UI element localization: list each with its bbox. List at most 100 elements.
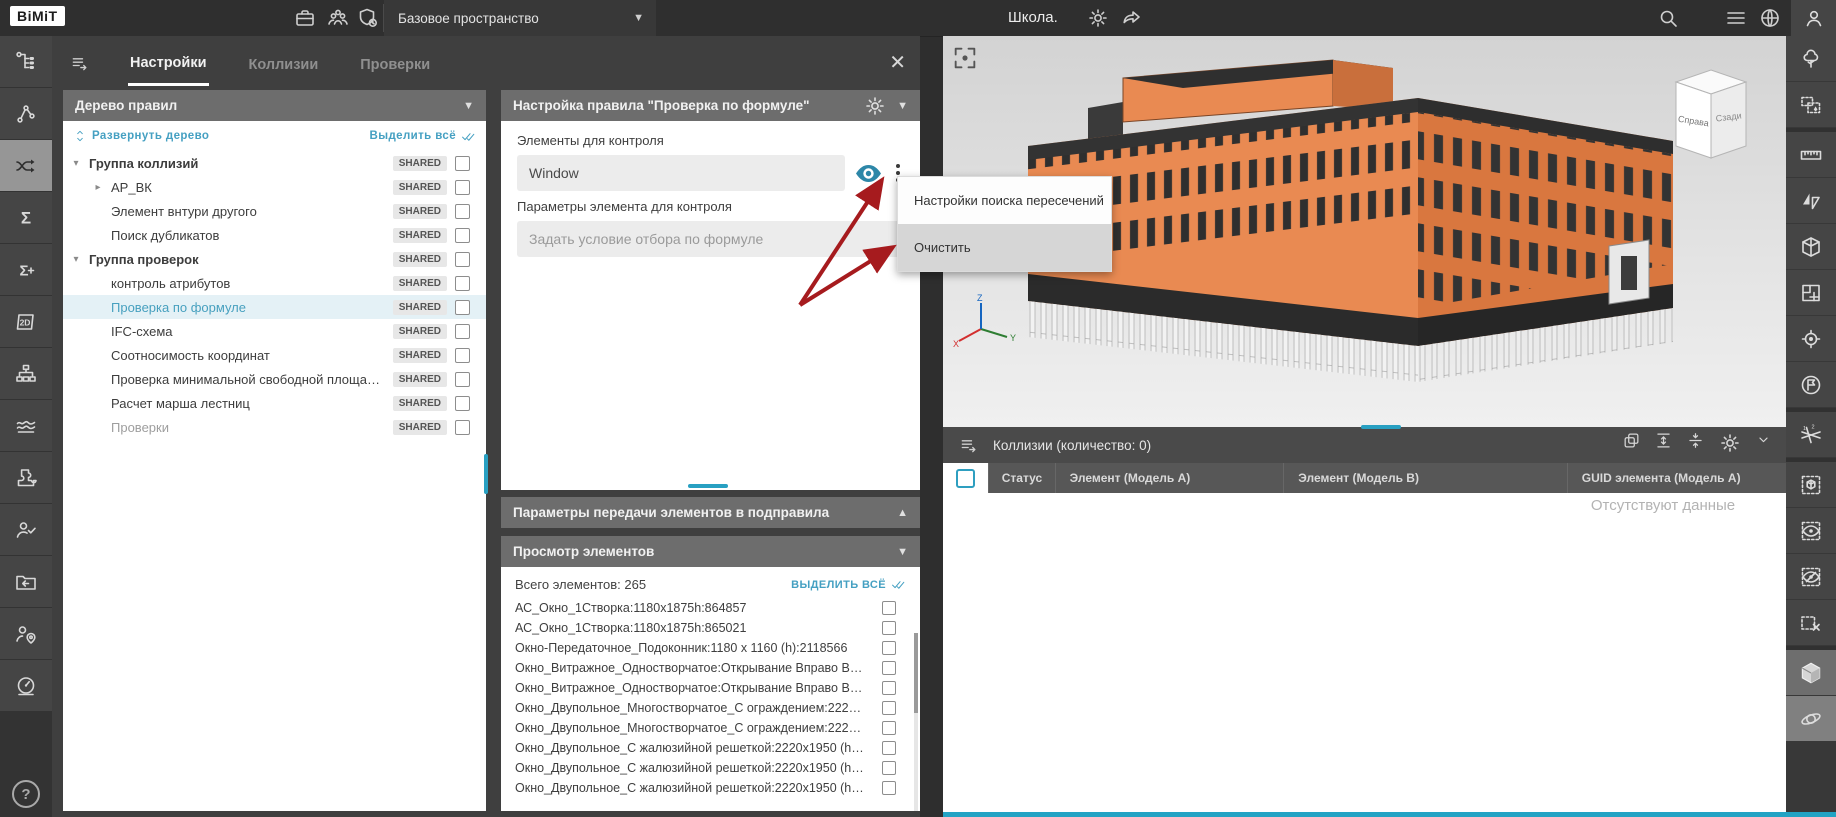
gear-icon[interactable] — [1086, 6, 1110, 30]
tool-charts[interactable] — [0, 400, 52, 451]
tool-sum-plus[interactable]: Σ — [0, 244, 52, 295]
tool-plugins[interactable] — [0, 452, 52, 503]
column-status[interactable]: Статус — [989, 463, 1055, 493]
tree-row[interactable]: Поиск дубликатовSHARED — [63, 223, 486, 247]
tool-locate[interactable] — [1786, 316, 1836, 361]
select-all-checkbox[interactable] — [943, 463, 989, 493]
resize-handle[interactable] — [688, 484, 728, 488]
tree-row[interactable]: ▸АР_ВКSHARED — [63, 175, 486, 199]
shield-clock-icon[interactable] — [356, 6, 380, 30]
briefcase-icon[interactable] — [293, 6, 317, 30]
tool-collisions[interactable] — [0, 140, 52, 191]
element-checkbox[interactable] — [882, 641, 896, 655]
element-checkbox[interactable] — [882, 661, 896, 675]
row-height-icon[interactable] — [1654, 431, 1673, 460]
element-item[interactable]: АС_Окно_1Створка:1180x1875h:865021 — [515, 618, 906, 638]
column-guid-a[interactable]: GUID элемента (Модель A) — [1568, 463, 1786, 493]
panel-menu-icon[interactable] — [70, 53, 90, 73]
element-item[interactable]: Окно_Витражное_Одностворчатое:Открывание… — [515, 658, 906, 678]
users-icon[interactable] — [326, 6, 350, 30]
element-checkbox[interactable] — [882, 781, 896, 795]
element-checkbox[interactable] — [882, 761, 896, 775]
chevron-down-icon[interactable]: ▾ — [63, 158, 89, 169]
element-item[interactable]: Окно_Двупольное_С жалюзийной решеткой:22… — [515, 758, 906, 778]
select-all-link[interactable]: Выделить всё — [370, 129, 476, 144]
gear-icon[interactable] — [863, 94, 887, 118]
element-item[interactable]: Окно_Витражное_Одностворчатое:Открывание… — [515, 678, 906, 698]
row-checkbox[interactable] — [455, 420, 470, 435]
row-checkbox[interactable] — [455, 372, 470, 387]
globe-icon[interactable] — [1758, 6, 1782, 30]
tool-structure-tree[interactable] — [1786, 36, 1836, 81]
chevron-right-icon[interactable]: ▸ — [85, 182, 111, 193]
tool-axes-grid[interactable]: 12 — [1786, 412, 1836, 457]
subrules-header[interactable]: Параметры передачи элементов в подправил… — [501, 497, 920, 528]
tool-select-elements[interactable] — [1786, 82, 1836, 127]
row-checkbox[interactable] — [455, 204, 470, 219]
search-icon[interactable] — [1656, 6, 1680, 30]
row-checkbox[interactable] — [455, 252, 470, 267]
resize-handle[interactable] — [1361, 425, 1401, 429]
element-checkbox[interactable] — [882, 601, 896, 615]
tool-sum[interactable]: Σ — [0, 192, 52, 243]
scrollbar[interactable] — [914, 633, 918, 811]
gear-icon[interactable] — [1718, 431, 1742, 460]
row-checkbox[interactable] — [455, 348, 470, 363]
tree-row[interactable]: Проверка минимальной свободной площади с… — [63, 367, 486, 391]
tool-user-location[interactable] — [0, 608, 52, 659]
tool-shaded-cube[interactable] — [1786, 650, 1836, 695]
tool-orbit[interactable] — [1786, 696, 1836, 741]
tool-scheme[interactable] — [0, 348, 52, 399]
row-checkbox[interactable] — [455, 276, 470, 291]
tree-row[interactable]: Элемент внтури другогоSHARED — [63, 199, 486, 223]
chevron-down-icon[interactable] — [1755, 431, 1772, 460]
column-element-b[interactable]: Элемент (Модель B) — [1284, 463, 1568, 493]
tool-isolate-box[interactable] — [1786, 462, 1836, 507]
tree-row[interactable]: контроль атрибутовSHARED — [63, 271, 486, 295]
help-button[interactable]: ? — [12, 780, 40, 808]
share-icon[interactable] — [1120, 6, 1144, 30]
tool-user-check[interactable] — [0, 504, 52, 555]
tab-settings[interactable]: Настройки — [128, 40, 209, 86]
element-checkbox[interactable] — [882, 701, 896, 715]
element-item[interactable]: Окно_Двупольное_Многостворчатое_С огражд… — [515, 698, 906, 718]
row-checkbox[interactable] — [455, 324, 470, 339]
rule-settings-header[interactable]: Настройка правила "Проверка по формуле" … — [501, 90, 920, 121]
tool-ruler[interactable] — [1786, 132, 1836, 177]
elements-view-header[interactable]: Просмотр элементов ▼ — [501, 536, 920, 567]
tree-row[interactable]: IFC-схемаSHARED — [63, 319, 486, 343]
element-item[interactable]: Окно_Двупольное_Многостворчатое_С огражд… — [515, 718, 906, 738]
user-account-button[interactable] — [1791, 0, 1836, 36]
tool-flag[interactable] — [1786, 362, 1836, 407]
tool-export-folder[interactable] — [0, 556, 52, 607]
tool-hide-box[interactable] — [1786, 554, 1836, 599]
split-icon[interactable] — [1686, 431, 1705, 460]
row-checkbox[interactable] — [455, 228, 470, 243]
copy-icon[interactable] — [1622, 431, 1641, 460]
element-item[interactable]: Окно-Передаточное_Подоконник:1180 x 1160… — [515, 638, 906, 658]
close-icon[interactable]: ✕ — [889, 50, 906, 75]
tree-row[interactable]: ▾Группа проверокSHARED — [63, 247, 486, 271]
element-checkbox[interactable] — [882, 741, 896, 755]
element-item[interactable]: Окно_Двупольное_С жалюзийной решеткой:22… — [515, 738, 906, 758]
row-checkbox[interactable] — [455, 300, 470, 315]
tab-checks[interactable]: Проверки — [358, 42, 432, 85]
resize-handle[interactable] — [484, 454, 488, 494]
workspace-selector[interactable]: Базовое пространство ▼ — [384, 0, 656, 36]
element-item[interactable]: АС_Окно_1Створка:1180x1875h:864857 — [515, 598, 906, 618]
panel-menu-icon[interactable] — [959, 435, 979, 455]
tool-model-tree[interactable] — [0, 36, 52, 87]
tool-section-box[interactable] — [1786, 224, 1836, 269]
element-checkbox[interactable] — [882, 621, 896, 635]
element-checkbox[interactable] — [882, 681, 896, 695]
tree-row[interactable]: Проверка по формулеSHARED — [63, 295, 486, 319]
element-item[interactable]: Окно_Двупольное_С жалюзийной решеткой:22… — [515, 778, 906, 798]
menu-list-icon[interactable] — [1724, 6, 1748, 30]
tool-dashboard[interactable] — [0, 660, 52, 711]
chevron-down-icon[interactable]: ▾ — [63, 254, 89, 265]
select-all-elements-link[interactable]: ВЫДЕЛИТЬ ВСЁ — [791, 577, 906, 592]
tree-row[interactable]: Соотносимость координатSHARED — [63, 343, 486, 367]
tree-row[interactable]: ПроверкиSHARED — [63, 415, 486, 439]
row-checkbox[interactable] — [455, 156, 470, 171]
tool-clear-box[interactable] — [1786, 600, 1836, 645]
